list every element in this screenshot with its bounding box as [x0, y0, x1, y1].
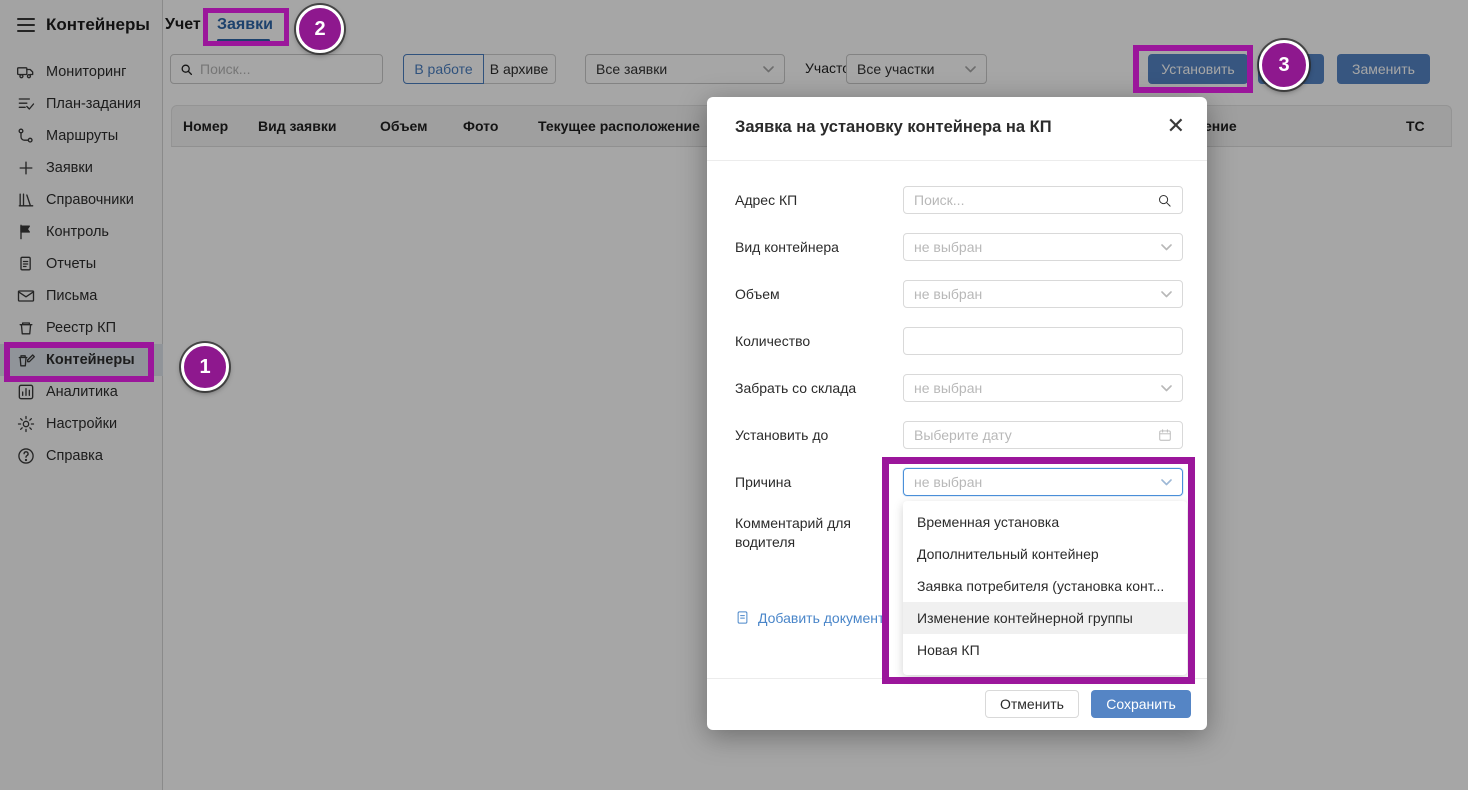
- field-label-address: Адрес КП: [735, 192, 797, 208]
- chevron-down-icon: [1161, 291, 1172, 298]
- divider: [707, 678, 1207, 679]
- field-label-quantity: Количество: [735, 333, 810, 349]
- cancel-button[interactable]: Отменить: [985, 690, 1079, 718]
- annotation-step-3: 3: [1259, 40, 1309, 90]
- dropdown-option[interactable]: Заявка потребителя (установка конт...: [903, 570, 1187, 602]
- calendar-icon: [1158, 428, 1172, 442]
- dropdown-option[interactable]: Дополнительный контейнер: [903, 538, 1187, 570]
- close-icon[interactable]: ✕: [1167, 115, 1185, 137]
- modal-title: Заявка на установку контейнера на КП: [735, 118, 1052, 137]
- quantity-field[interactable]: [903, 327, 1183, 355]
- add-document-link[interactable]: Добавить документ: [735, 609, 884, 626]
- address-search-field[interactable]: Поиск...: [903, 186, 1183, 214]
- container-type-select[interactable]: не выбран: [903, 233, 1183, 261]
- annotation-step-1: 1: [181, 343, 229, 391]
- divider: [707, 160, 1207, 161]
- field-label-reason: Причина: [735, 474, 791, 490]
- annotation-step-2: 2: [296, 5, 344, 53]
- chevron-down-icon: [1161, 244, 1172, 251]
- install-until-date-field[interactable]: Выберите дату: [903, 421, 1183, 449]
- dropdown-option[interactable]: Новая КП: [903, 634, 1187, 666]
- install-container-modal: Заявка на установку контейнера на КП ✕ А…: [707, 97, 1207, 730]
- search-icon: [1157, 193, 1172, 208]
- save-button[interactable]: Сохранить: [1091, 690, 1191, 718]
- from-warehouse-select[interactable]: не выбран: [903, 374, 1183, 402]
- app-root: Контейнеры Мониторинг План-задания Маршр…: [0, 0, 1468, 790]
- reason-select[interactable]: не выбран: [903, 468, 1183, 496]
- dropdown-option-highlighted[interactable]: Изменение контейнерной группы: [903, 602, 1187, 634]
- chevron-down-icon: [1161, 385, 1172, 392]
- dropdown-option[interactable]: Временная установка: [903, 506, 1187, 538]
- document-icon: [735, 609, 750, 626]
- field-label-from-warehouse: Забрать со склада: [735, 380, 856, 396]
- field-label-install-until: Установить до: [735, 427, 828, 443]
- field-label-volume: Объем: [735, 286, 780, 302]
- field-label-driver-comment: Комментарий для водителя: [735, 515, 851, 553]
- chevron-down-icon: [1161, 479, 1172, 486]
- volume-select[interactable]: не выбран: [903, 280, 1183, 308]
- field-label-container-type: Вид контейнера: [735, 239, 839, 255]
- reason-dropdown-list: Временная установка Дополнительный конте…: [903, 501, 1187, 675]
